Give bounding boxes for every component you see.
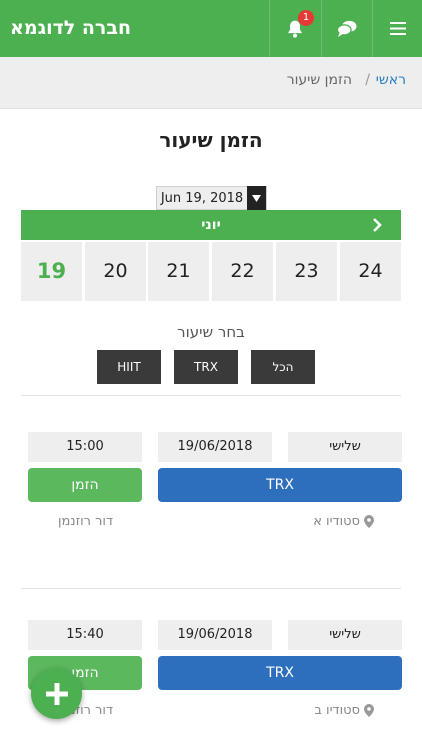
map-marker-icon [364,515,374,528]
class-name-button[interactable]: TRX [158,468,402,502]
add-fab-button[interactable] [31,668,82,719]
filter-all-button[interactable]: הכל [251,350,315,384]
map-marker-icon [364,704,374,717]
day-cell[interactable]: 23 [276,242,337,301]
class-time: 15:40 [28,620,142,650]
book-button[interactable]: הזמן [28,468,142,502]
date-picker[interactable]: Jun 19, 2018 [156,186,267,210]
class-name-button[interactable]: TRX [158,656,402,690]
chat-icon [336,20,357,37]
studio-name: סטודיו ב [314,703,360,718]
class-location: סטודיו ב [314,703,374,718]
divider [21,588,401,589]
page-title: הזמן שיעור [159,128,263,152]
breadcrumb-separator: / [365,72,370,88]
date-picker-value: Jun 19, 2018 [160,190,244,206]
notification-badge: 1 [298,10,314,26]
menu-icon [389,22,406,35]
class-time: 15:00 [28,432,142,462]
plus-icon [45,682,68,705]
class-date: 19/06/2018 [158,620,272,650]
class-date: 19/06/2018 [158,432,272,462]
brand-title[interactable]: חברה לדוגמא [10,0,131,57]
filter-trx-button[interactable]: TRX [174,350,238,384]
day-cell[interactable]: 24 [340,242,401,301]
day-cell[interactable]: 22 [212,242,273,301]
month-bar: יוני [21,210,401,240]
trainer-name: דור רוזנמן [58,514,114,529]
day-cell[interactable]: 20 [85,242,146,301]
month-label: יוני [201,217,221,233]
notifications-button[interactable]: 1 [269,0,319,57]
day-cell[interactable]: 21 [148,242,209,301]
studio-name: סטודיו א [313,514,360,529]
chevron-right-icon[interactable] [369,217,385,233]
class-day: שלישי [288,620,402,650]
messages-button[interactable] [321,0,371,57]
date-picker-toggle[interactable] [247,186,266,210]
breadcrumb-current: הזמן שיעור [286,72,352,88]
class-location: סטודיו א [313,514,374,529]
divider [21,395,401,396]
breadcrumb: ראשי / הזמן שיעור [0,57,422,109]
filter-hiit-button[interactable]: HIIT [97,350,161,384]
top-bar: חברה לדוגמא 1 [0,0,422,57]
day-cell-selected[interactable]: 19 [21,242,82,301]
class-day: שלישי [288,432,402,462]
breadcrumb-home-link[interactable]: ראשי [376,57,406,103]
menu-button[interactable] [372,0,422,57]
choose-class-label: בחר שיעור [177,323,245,341]
caret-down-icon [252,194,261,202]
